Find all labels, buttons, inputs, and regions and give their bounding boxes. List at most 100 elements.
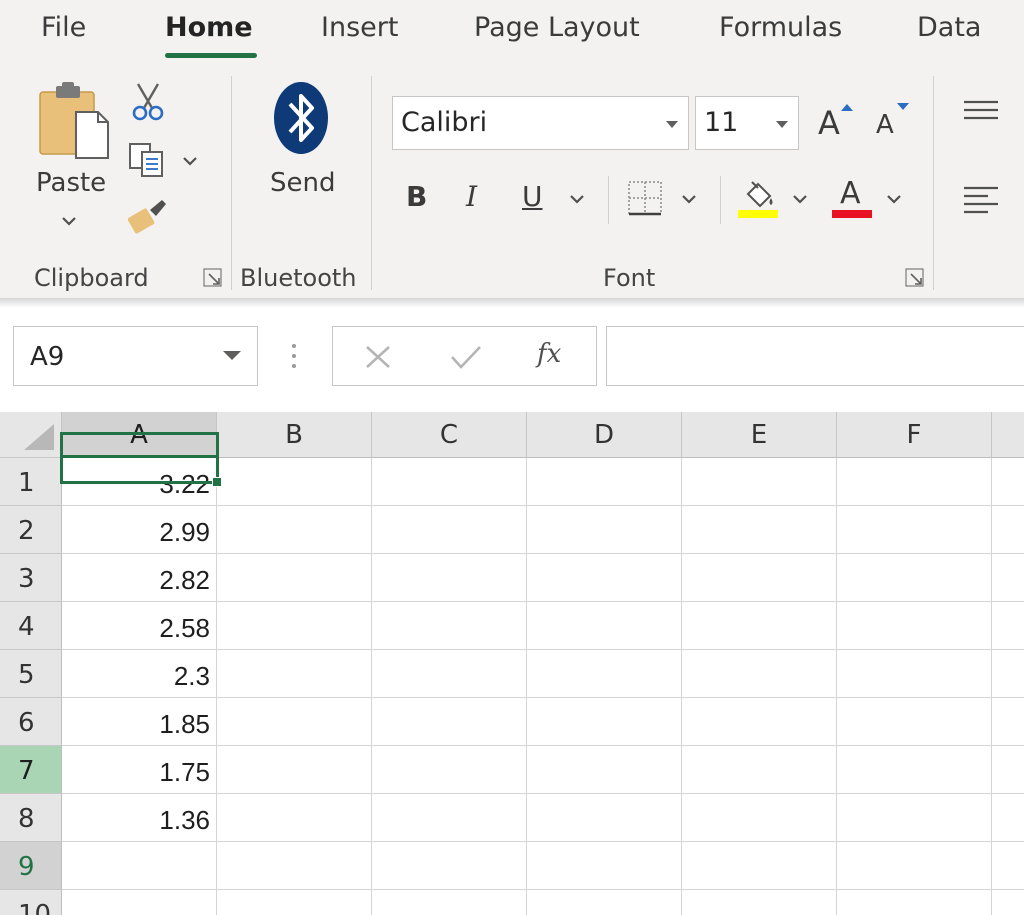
row-header-9[interactable]: 9 (0, 842, 62, 890)
copy-chevron-down-icon[interactable] (182, 156, 198, 166)
cell-e6[interactable] (682, 698, 837, 746)
row-header-6[interactable]: 6 (0, 698, 62, 746)
tab-file[interactable]: File (41, 12, 86, 43)
cell-g5[interactable] (992, 650, 1024, 698)
cell-b8[interactable] (217, 794, 372, 842)
send-label[interactable]: Send (270, 168, 335, 198)
bold-button[interactable]: B (406, 180, 427, 213)
cell-c2[interactable] (372, 506, 527, 554)
cell-b2[interactable] (217, 506, 372, 554)
cell-a8[interactable]: 1.36 (62, 794, 217, 842)
format-painter-icon[interactable] (128, 198, 170, 236)
cell-e10[interactable] (682, 890, 837, 915)
cell-d6[interactable] (527, 698, 682, 746)
column-header-d[interactable]: D (527, 412, 682, 458)
cell-d2[interactable] (527, 506, 682, 554)
more-vertical-icon[interactable] (288, 342, 300, 372)
borders-icon[interactable] (627, 180, 663, 216)
cell-f7[interactable] (837, 746, 992, 794)
copy-icon[interactable] (128, 142, 168, 178)
tab-insert[interactable]: Insert (321, 12, 398, 43)
cell-d4[interactable] (527, 602, 682, 650)
bluetooth-icon[interactable] (272, 80, 330, 156)
cell-d10[interactable] (527, 890, 682, 915)
cell-f2[interactable] (837, 506, 992, 554)
cell-b6[interactable] (217, 698, 372, 746)
underline-chevron-down-icon[interactable] (569, 194, 585, 204)
tab-home[interactable]: Home (165, 12, 253, 43)
cell-f1[interactable] (837, 458, 992, 506)
cell-b10[interactable] (217, 890, 372, 915)
column-header-b[interactable]: B (217, 412, 372, 458)
cell-d9[interactable] (527, 842, 682, 890)
font-size-dropdown[interactable]: 11 (695, 96, 799, 150)
formula-input[interactable] (606, 326, 1024, 386)
cell-e1[interactable] (682, 458, 837, 506)
align-left-icon[interactable] (962, 184, 1024, 214)
cell-d7[interactable] (527, 746, 682, 794)
cell-f9[interactable] (837, 842, 992, 890)
cell-e3[interactable] (682, 554, 837, 602)
cell-c9[interactable] (372, 842, 527, 890)
cell-e9[interactable] (682, 842, 837, 890)
cell-c3[interactable] (372, 554, 527, 602)
tab-data[interactable]: Data (917, 12, 981, 43)
paste-icon[interactable] (36, 82, 112, 162)
insert-function-icon[interactable]: fx (537, 339, 561, 369)
cell-c6[interactable] (372, 698, 527, 746)
cut-icon[interactable] (128, 82, 168, 122)
cancel-icon[interactable] (363, 343, 393, 371)
clipboard-dialog-launcher-icon[interactable] (203, 268, 223, 288)
cell-a4[interactable]: 2.58 (62, 602, 217, 650)
cell-e8[interactable] (682, 794, 837, 842)
cell-d1[interactable] (527, 458, 682, 506)
cell-b7[interactable] (217, 746, 372, 794)
cell-g7[interactable] (992, 746, 1024, 794)
row-header-2[interactable]: 2 (0, 506, 62, 554)
font-name-dropdown[interactable]: Calibri (392, 96, 689, 150)
grow-font-button[interactable]: A (816, 102, 856, 144)
cell-c8[interactable] (372, 794, 527, 842)
font-color-chevron-down-icon[interactable] (886, 194, 902, 204)
tab-page-layout[interactable]: Page Layout (474, 12, 640, 43)
cell-g3[interactable] (992, 554, 1024, 602)
cell-b9[interactable] (217, 842, 372, 890)
select-all-button[interactable] (0, 412, 62, 458)
fill-handle[interactable] (212, 477, 222, 487)
cell-e5[interactable] (682, 650, 837, 698)
cell-g1[interactable] (992, 458, 1024, 506)
cell-f3[interactable] (837, 554, 992, 602)
cell-f5[interactable] (837, 650, 992, 698)
cell-g6[interactable] (992, 698, 1024, 746)
cell-f4[interactable] (837, 602, 992, 650)
cell-a9[interactable] (62, 842, 217, 890)
cell-e7[interactable] (682, 746, 837, 794)
cell-b3[interactable] (217, 554, 372, 602)
underline-button[interactable]: U (522, 180, 543, 213)
shrink-font-button[interactable]: A (874, 102, 914, 144)
cell-b5[interactable] (217, 650, 372, 698)
cell-a3[interactable]: 2.82 (62, 554, 217, 602)
cell-a7[interactable]: 1.75 (62, 746, 217, 794)
cell-a2[interactable]: 2.99 (62, 506, 217, 554)
cell-d5[interactable] (527, 650, 682, 698)
row-header-1[interactable]: 1 (0, 458, 62, 506)
cell-c7[interactable] (372, 746, 527, 794)
active-cell-outline[interactable] (60, 432, 219, 484)
cell-f6[interactable] (837, 698, 992, 746)
cell-g8[interactable] (992, 794, 1024, 842)
cell-a6[interactable]: 1.85 (62, 698, 217, 746)
enter-check-icon[interactable] (449, 343, 483, 371)
cell-e4[interactable] (682, 602, 837, 650)
top-align-icon[interactable] (962, 98, 1024, 124)
paste-label[interactable]: Paste (36, 168, 106, 198)
cell-g4[interactable] (992, 602, 1024, 650)
row-header-4[interactable]: 4 (0, 602, 62, 650)
column-header-c[interactable]: C (372, 412, 527, 458)
cell-g10[interactable] (992, 890, 1024, 915)
fill-color-chevron-down-icon[interactable] (792, 194, 808, 204)
font-color-button[interactable]: A (832, 176, 872, 220)
cell-c10[interactable] (372, 890, 527, 915)
cell-b4[interactable] (217, 602, 372, 650)
cell-g2[interactable] (992, 506, 1024, 554)
